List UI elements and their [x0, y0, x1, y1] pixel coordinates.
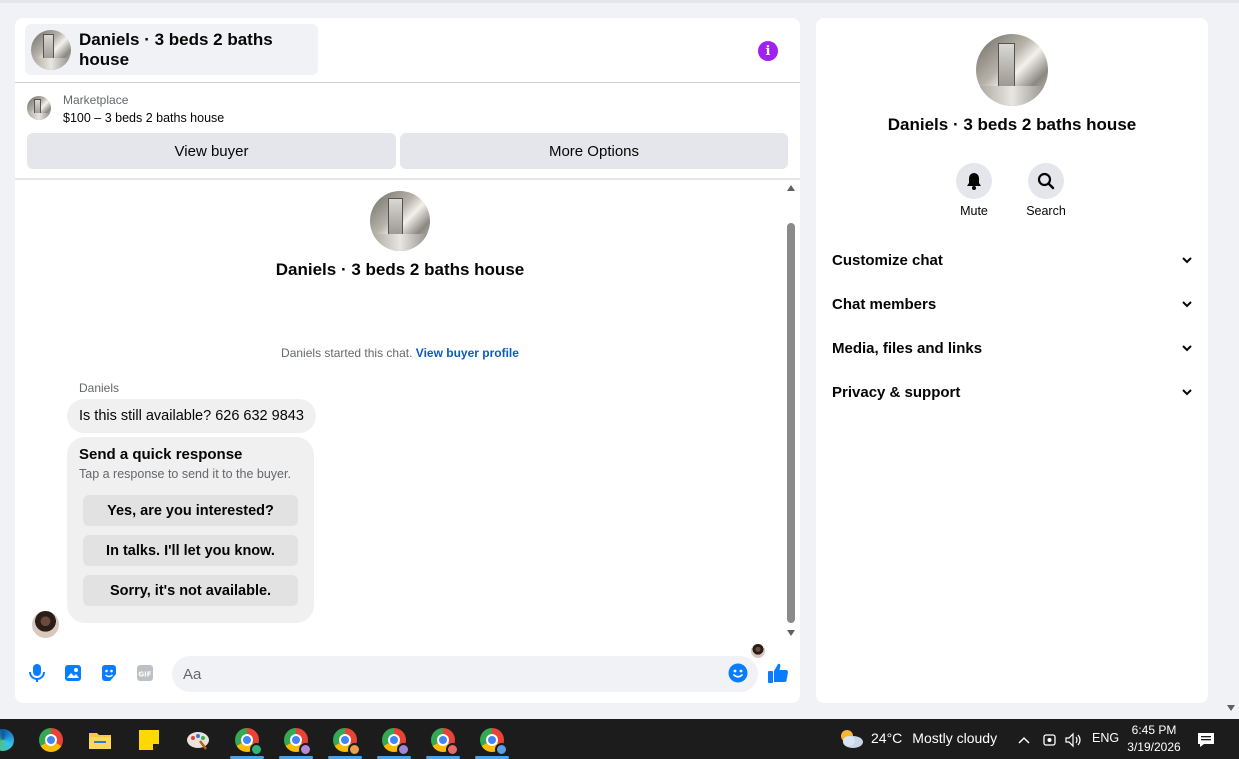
thumbs-up-icon[interactable]: [767, 662, 789, 684]
cloudy-weather-icon: [841, 730, 863, 748]
file-explorer-icon[interactable]: [87, 727, 113, 753]
chrome-profile-icon[interactable]: [381, 727, 410, 756]
search-icon: [1028, 163, 1064, 199]
view-buyer-profile-link[interactable]: View buyer profile: [416, 346, 519, 360]
quick-response-subtitle: Tap a response to send it to the buyer.: [79, 467, 291, 481]
scroll-up-arrow-icon[interactable]: [787, 185, 795, 191]
listing-card: Marketplace $100 – 3 beds 2 baths house …: [15, 84, 800, 180]
volume-icon[interactable]: [1062, 727, 1084, 753]
quick-response-title: Send a quick response: [79, 446, 243, 463]
chrome-profile-icon[interactable]: [332, 727, 361, 756]
chat-header: Daniels · 3 beds 2 baths house i: [15, 18, 800, 83]
clock-time: 6:45 PM: [1131, 723, 1177, 737]
chat-started-text: Daniels started this chat.: [281, 346, 413, 360]
mute-button[interactable]: Mute: [939, 163, 1009, 218]
quick-response-card: Send a quick response Tap a response to …: [67, 437, 314, 623]
microphone-icon[interactable]: [26, 662, 48, 684]
details-photo: [976, 34, 1048, 106]
meet-now-icon[interactable]: [1039, 727, 1061, 753]
chat-panel: Daniels · 3 beds 2 baths house i Marketp…: [15, 18, 800, 703]
scroll-down-arrow-icon[interactable]: [787, 630, 795, 636]
chevron-down-icon: [1182, 300, 1192, 307]
message-input[interactable]: [172, 656, 758, 692]
chevron-down-icon: [1182, 256, 1192, 263]
info-icon[interactable]: i: [758, 41, 778, 61]
customize-chat-section[interactable]: Customize chat: [816, 240, 1208, 280]
composer: GIF: [15, 648, 800, 698]
chrome-profile-icon[interactable]: [283, 727, 312, 756]
conversation-details-panel: Daniels · 3 beds 2 baths house Mute Sear…: [816, 18, 1208, 703]
gif-icon[interactable]: GIF: [134, 662, 156, 684]
details-title: Daniels · 3 beds 2 baths house: [887, 115, 1137, 134]
listing-category: Marketplace: [63, 93, 129, 107]
sticky-notes-icon[interactable]: [136, 727, 162, 753]
bell-icon: [956, 163, 992, 199]
chrome-profile-icon[interactable]: [234, 727, 263, 756]
conversation-photo: [370, 191, 430, 251]
conversation-title: Daniels · 3 beds 2 baths house: [275, 260, 525, 279]
paint-app-icon[interactable]: [185, 727, 211, 753]
search-label: Search: [1026, 204, 1066, 218]
listing-photo: [31, 29, 71, 70]
page-scroll-down-arrow-icon[interactable]: [1227, 705, 1235, 711]
chevron-up-icon[interactable]: [1012, 727, 1036, 753]
message-list: Daniels · 3 beds 2 baths house Daniels s…: [15, 181, 800, 658]
search-button[interactable]: Search: [1011, 163, 1081, 218]
weather-widget[interactable]: 24°C Mostly cloudy: [838, 727, 997, 749]
message-scrollbar[interactable]: [785, 181, 797, 641]
quick-response-option[interactable]: Sorry, it's not available.: [83, 575, 298, 606]
chat-title: Daniels · 3 beds 2 baths house: [79, 29, 273, 69]
quick-response-option[interactable]: In talks. I'll let you know.: [83, 535, 298, 566]
svg-text:GIF: GIF: [138, 671, 151, 679]
windows-taskbar: 24°C Mostly cloudy ENG 6:45 PM 3/19/2026: [0, 719, 1239, 759]
system-clock[interactable]: 6:45 PM 3/19/2026: [1118, 722, 1190, 756]
chat-title-button[interactable]: Daniels · 3 beds 2 baths house: [25, 24, 318, 75]
section-label: Customize chat: [832, 251, 943, 269]
section-label: Privacy & support: [832, 383, 961, 401]
listing-thumbnail: [27, 96, 51, 120]
weather-temperature: 24°C: [871, 730, 903, 746]
chevron-down-icon: [1182, 388, 1192, 395]
chevron-down-icon: [1182, 344, 1192, 351]
message-sender: Daniels: [79, 381, 120, 395]
buyer-avatar[interactable]: [32, 611, 59, 638]
notifications-icon[interactable]: [1194, 727, 1218, 753]
browser-top-edge: [0, 0, 1239, 3]
more-options-button[interactable]: More Options: [400, 133, 788, 169]
mute-label: Mute: [960, 204, 988, 218]
quick-response-option[interactable]: Yes, are you interested?: [83, 495, 298, 526]
chrome-app-icon[interactable]: [38, 727, 64, 753]
listing-price: $100 – 3 beds 2 baths house: [63, 111, 225, 125]
section-label: Chat members: [832, 295, 937, 313]
sticker-icon[interactable]: [98, 662, 120, 684]
section-label: Media, files and links: [832, 339, 983, 357]
view-buyer-button[interactable]: View buyer: [27, 133, 396, 169]
chrome-profile-icon[interactable]: [430, 727, 459, 756]
edge-app-icon[interactable]: [0, 727, 16, 753]
weather-description: Mostly cloudy: [912, 730, 998, 746]
emoji-icon[interactable]: [727, 662, 749, 684]
privacy-support-section[interactable]: Privacy & support: [816, 372, 1208, 412]
input-language[interactable]: ENG: [1092, 731, 1119, 745]
chat-started-notice: Daniels started this chat. View buyer pr…: [15, 346, 785, 360]
chat-members-section[interactable]: Chat members: [816, 284, 1208, 324]
message-bubble[interactable]: Is this still available? 626 632 9843: [67, 399, 316, 433]
chrome-profile-icon[interactable]: [479, 727, 508, 756]
photo-icon[interactable]: [62, 662, 84, 684]
scroll-thumb[interactable]: [787, 223, 795, 623]
media-files-links-section[interactable]: Media, files and links: [816, 328, 1208, 368]
clock-date: 3/19/2026: [1127, 740, 1181, 754]
